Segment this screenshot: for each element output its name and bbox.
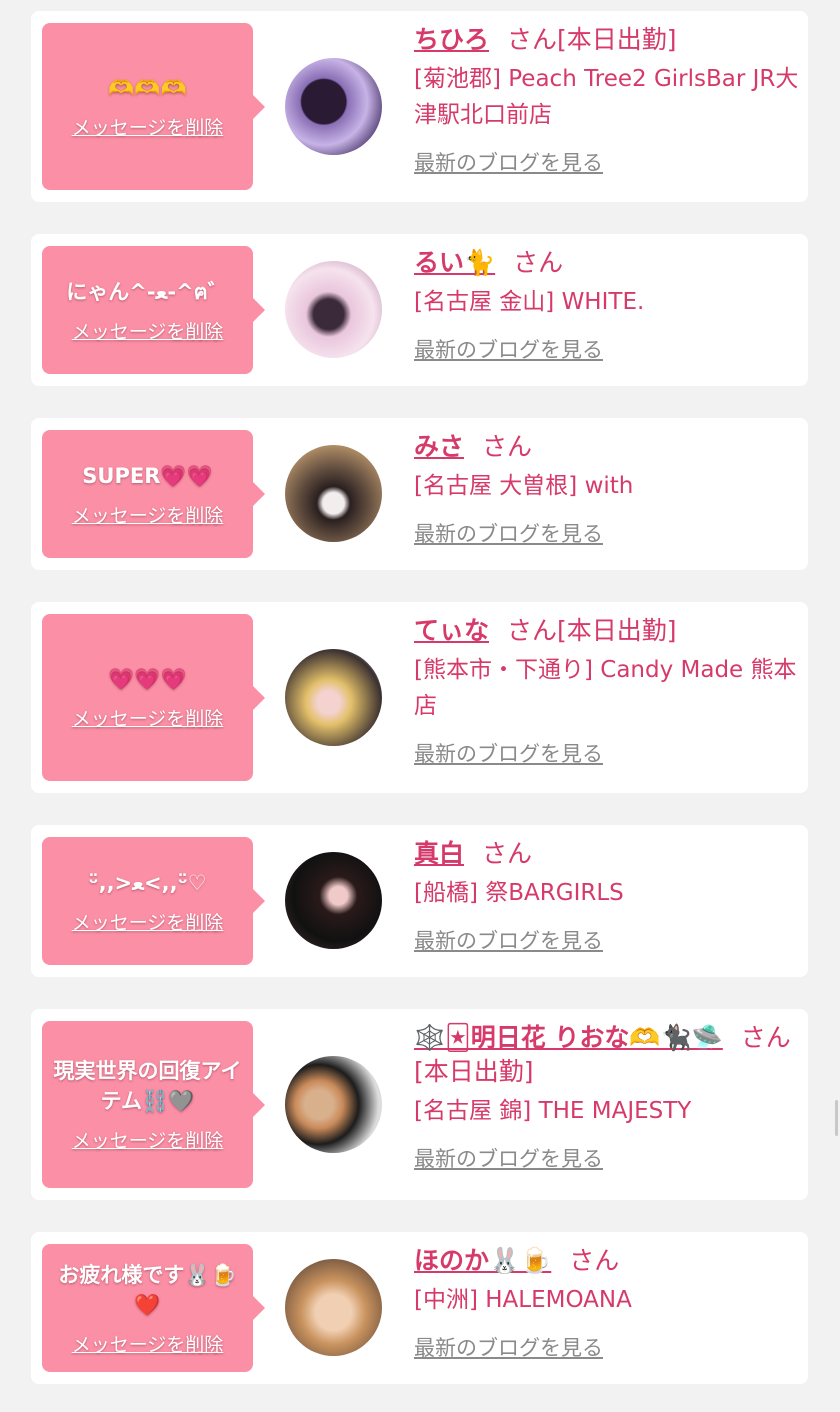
shop-name: [熊本市・下通り] Candy Made 熊本店 bbox=[414, 657, 797, 719]
girl-info: ほのか🐰🍺 さん [中洲] HALEMOANA 最新のブログを見る bbox=[414, 1244, 799, 1362]
avatar[interactable] bbox=[285, 445, 382, 542]
latest-blog-link[interactable]: 最新のブログを見る bbox=[414, 1332, 603, 1362]
avatar[interactable] bbox=[285, 1259, 382, 1356]
girl-name-link[interactable]: てぃな bbox=[414, 616, 489, 645]
message-bubble: 現実世界の回復アイテム⛓️🩶 メッセージを削除 bbox=[42, 1021, 265, 1188]
message-text: ᵕ̈,,>ﻌ<,,ᵕ̈♡ bbox=[88, 870, 207, 895]
honorific: さん bbox=[507, 25, 558, 54]
avatar[interactable] bbox=[285, 852, 382, 949]
message-text: 現実世界の回復アイテム⛓️🩶 bbox=[53, 1059, 242, 1113]
list-item: お疲れ様です🐰🍺❤️ メッセージを削除 ほのか🐰🍺 さん [中洲] HALEMOA… bbox=[31, 1232, 808, 1384]
girl-info: みさ さん [名古屋 大曽根] with 最新のブログを見る bbox=[414, 430, 799, 548]
list-item: ᵕ̈,,>ﻌ<,,ᵕ̈♡ メッセージを削除 真白 さん [船橋] 祭BARGIRL… bbox=[31, 825, 808, 977]
girl-name-link[interactable]: ちひろ bbox=[414, 25, 489, 54]
latest-blog-link[interactable]: 最新のブログを見る bbox=[414, 1143, 603, 1173]
on-duty-label: [本日出勤] bbox=[414, 1057, 534, 1086]
girl-name-link[interactable]: るい🐈 bbox=[414, 248, 495, 277]
delete-message-link[interactable]: メッセージを削除 bbox=[72, 501, 224, 528]
list-item: 💗💗💗 メッセージを削除 てぃな さん[本日出勤] [熊本市・下通り] Candy… bbox=[31, 602, 808, 793]
girl-name-link[interactable]: ほのか🐰🍺 bbox=[414, 1246, 551, 1275]
name-line: みさ さん bbox=[414, 430, 799, 464]
latest-blog-link[interactable]: 最新のブログを見る bbox=[414, 738, 603, 768]
delete-message-link[interactable]: メッセージを削除 bbox=[72, 704, 224, 731]
delete-message-link[interactable]: メッセージを削除 bbox=[72, 1330, 224, 1357]
message-text: お疲れ様です🐰🍺❤️ bbox=[58, 1262, 237, 1317]
message-text: 🫶🫶🫶 bbox=[108, 76, 187, 100]
on-duty-label: [本日出勤] bbox=[557, 25, 677, 54]
latest-blog-link[interactable]: 最新のブログを見る bbox=[414, 334, 603, 364]
honorific: さん bbox=[482, 839, 533, 868]
honorific: さん bbox=[740, 1023, 791, 1052]
avatar[interactable] bbox=[285, 58, 382, 155]
message-bubble: 💗💗💗 メッセージを削除 bbox=[42, 614, 265, 781]
latest-blog-link[interactable]: 最新のブログを見る bbox=[414, 925, 603, 955]
list-item: SUPER💗💗 メッセージを削除 みさ さん [名古屋 大曽根] with 最新の… bbox=[31, 418, 808, 570]
girl-name-link[interactable]: 🕸️🃏明日花 りおな🫶🐈‍⬛🛸 bbox=[414, 1023, 723, 1052]
shop-name: [名古屋 錦] THE MAJESTY bbox=[414, 1098, 692, 1124]
honorific: さん bbox=[513, 248, 564, 277]
honorific: さん bbox=[507, 616, 558, 645]
message-bubble: 🫶🫶🫶 メッセージを削除 bbox=[42, 23, 265, 190]
on-duty-label: [本日出勤] bbox=[557, 616, 677, 645]
scrollbar[interactable] bbox=[835, 1100, 838, 1136]
message-bubble: にゃん^-ﻌ-^ฅ゛ メッセージを削除 bbox=[42, 246, 265, 374]
shop-name: [中洲] HALEMOANA bbox=[414, 1287, 632, 1313]
delete-message-link[interactable]: メッセージを削除 bbox=[72, 908, 224, 935]
name-line: 🕸️🃏明日花 りおな🫶🐈‍⬛🛸 さん [本日出勤] bbox=[414, 1021, 799, 1089]
shop-name: [名古屋 金山] WHITE. bbox=[414, 289, 645, 315]
girl-info: 🕸️🃏明日花 りおな🫶🐈‍⬛🛸 さん [本日出勤] [名古屋 錦] THE MAJE… bbox=[414, 1021, 799, 1173]
girl-info: 真白 さん [船橋] 祭BARGIRLS 最新のブログを見る bbox=[414, 837, 799, 955]
name-line: ほのか🐰🍺 さん bbox=[414, 1244, 799, 1278]
girl-info: ちひろ さん[本日出勤] [菊池郡] Peach Tree2 GirlsBar J… bbox=[414, 23, 799, 177]
list-item: にゃん^-ﻌ-^ฅ゛ メッセージを削除 るい🐈 さん [名古屋 金山] WHITE… bbox=[31, 234, 808, 386]
name-line: ちひろ さん[本日出勤] bbox=[414, 23, 799, 57]
delete-message-link[interactable]: メッセージを削除 bbox=[72, 113, 224, 140]
latest-blog-link[interactable]: 最新のブログを見る bbox=[414, 147, 603, 177]
shop-name: [船橋] 祭BARGIRLS bbox=[414, 880, 624, 906]
message-text: にゃん^-ﻌ-^ฅ゛ bbox=[66, 279, 229, 304]
list-item: 現実世界の回復アイテム⛓️🩶 メッセージを削除 🕸️🃏明日花 りおな🫶🐈‍⬛🛸 さ… bbox=[31, 1009, 808, 1200]
honorific: さん bbox=[569, 1246, 620, 1275]
message-bubble: ᵕ̈,,>ﻌ<,,ᵕ̈♡ メッセージを削除 bbox=[42, 837, 265, 965]
avatar[interactable] bbox=[285, 649, 382, 746]
honorific: さん bbox=[482, 432, 533, 461]
girl-info: てぃな さん[本日出勤] [熊本市・下通り] Candy Made 熊本店 最新の… bbox=[414, 614, 799, 768]
avatar[interactable] bbox=[285, 261, 382, 358]
list-item: 🫶🫶🫶 メッセージを削除 ちひろ さん[本日出勤] [菊池郡] Peach Tre… bbox=[31, 11, 808, 202]
shop-name: [名古屋 大曽根] with bbox=[414, 473, 634, 499]
shop-name: [菊池郡] Peach Tree2 GirlsBar JR大津駅北口前店 bbox=[414, 66, 799, 128]
name-line: 真白 さん bbox=[414, 837, 799, 871]
latest-blog-link[interactable]: 最新のブログを見る bbox=[414, 518, 603, 548]
message-bubble: お疲れ様です🐰🍺❤️ メッセージを削除 bbox=[42, 1244, 265, 1372]
girl-name-link[interactable]: 真白 bbox=[414, 839, 464, 868]
delete-message-link[interactable]: メッセージを削除 bbox=[72, 1126, 224, 1153]
girl-info: るい🐈 さん [名古屋 金山] WHITE. 最新のブログを見る bbox=[414, 246, 799, 364]
message-bubble: SUPER💗💗 メッセージを削除 bbox=[42, 430, 265, 558]
avatar[interactable] bbox=[285, 1056, 382, 1153]
favorite-message-list: 🫶🫶🫶 メッセージを削除 ちひろ さん[本日出勤] [菊池郡] Peach Tre… bbox=[0, 0, 840, 1412]
name-line: てぃな さん[本日出勤] bbox=[414, 614, 799, 648]
name-line: るい🐈 さん bbox=[414, 246, 799, 280]
message-text: 💗💗💗 bbox=[108, 667, 187, 691]
message-text: SUPER💗💗 bbox=[82, 463, 213, 488]
delete-message-link[interactable]: メッセージを削除 bbox=[72, 317, 224, 344]
girl-name-link[interactable]: みさ bbox=[414, 432, 464, 461]
